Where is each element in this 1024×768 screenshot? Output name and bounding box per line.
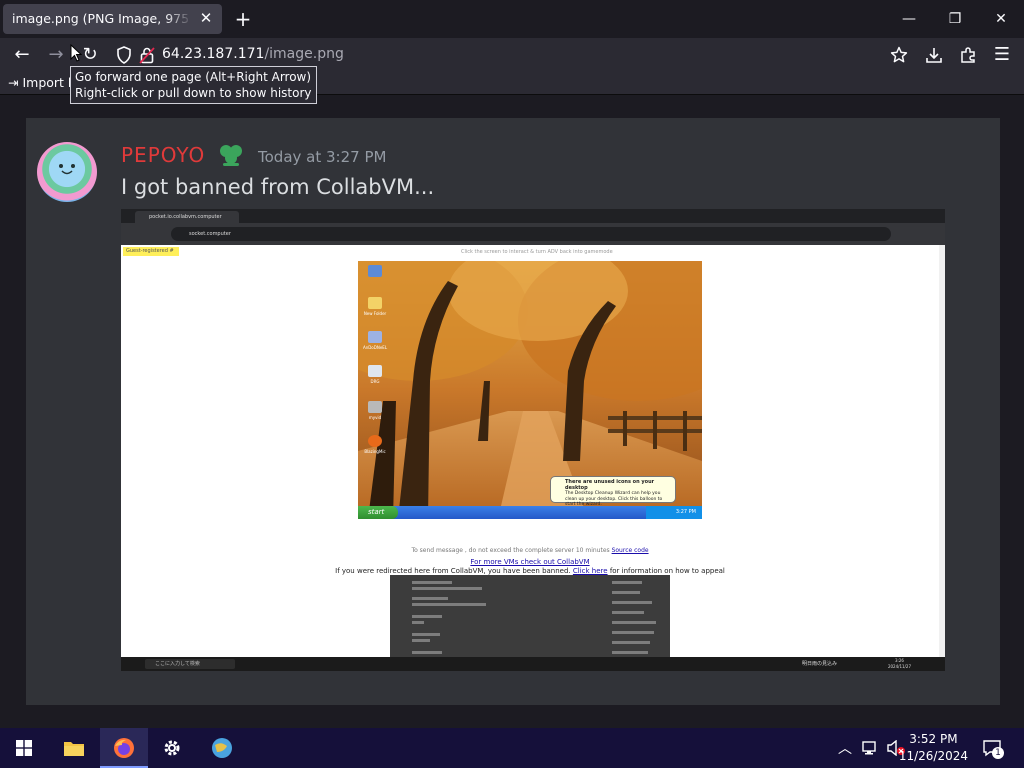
mouse-cursor-icon: [70, 43, 83, 66]
import-bookmarks-button[interactable]: ⇥ Import b: [8, 75, 76, 90]
footer-note-text: To send message , do not exceed the comp…: [411, 547, 610, 554]
embedded-banned-notice: If you were redirected here from CollabV…: [121, 567, 939, 575]
tab-image-png[interactable]: image.png (PNG Image, 975 × 587 pixels) …: [3, 4, 222, 34]
app-button[interactable]: [198, 728, 246, 768]
banned-text: If you were redirected here from CollabV…: [335, 567, 571, 575]
bookmark-star-icon[interactable]: [890, 46, 908, 68]
vm-balloon-title: There are unused icons on your desktop: [565, 479, 655, 491]
vm-folder-icon: [368, 297, 382, 309]
embedded-scrollbar: [939, 245, 945, 657]
minimize-icon[interactable]: —: [886, 0, 932, 38]
username: PEPOYO: [121, 143, 206, 167]
close-window-icon[interactable]: ✕: [978, 0, 1024, 38]
start-button[interactable]: [0, 728, 48, 768]
embedded-tab: pocket.io.collabvm.computer: [135, 211, 239, 223]
avatar: [37, 142, 97, 202]
downloads-icon[interactable]: [925, 46, 943, 68]
vm-icon-label: myvid: [368, 415, 382, 420]
gear-icon: [164, 740, 180, 756]
more-vms-link: For more VMs check out CollabVM: [470, 558, 590, 566]
embedded-taskbar-date: 2024/11/27: [887, 664, 911, 669]
embedded-chat-panel: [390, 575, 670, 657]
embedded-taskbar-clock: 3:26 2024/11/27: [888, 658, 911, 670]
vm-icon-label: DRG: [370, 379, 380, 384]
vm-screen: New Folder AnDoDNeEL DRG myvid BlazingMi…: [358, 261, 702, 519]
vm-taskbar: start 3:27 PM: [358, 506, 702, 519]
message-text: I got banned from CollabVM...: [121, 175, 435, 199]
embedded-tab-strip: pocket.io.collabvm.computer: [121, 209, 945, 223]
insecure-lock-icon[interactable]: [139, 46, 155, 68]
message-timestamp: Today at 3:27 PM: [258, 148, 387, 166]
vm-app-icon: [368, 401, 382, 413]
tooltip-line-1: Go forward one page (Alt+Right Arrow): [75, 70, 312, 84]
embedded-page: Guest-registered # Click the screen to i…: [121, 245, 939, 657]
windows-logo-icon: [16, 740, 32, 756]
url-path: /image.png: [264, 46, 344, 62]
url-host: 64.23.187.171: [162, 46, 265, 62]
footer-note-link: Source code: [611, 547, 649, 554]
restore-icon[interactable]: ❐: [932, 0, 978, 38]
tab-title: image.png (PNG Image, 975 × 587 pixels): [12, 11, 192, 26]
embedded-footer-note: To send message , do not exceed the comp…: [121, 547, 939, 554]
embedded-toolbar: socket.computer: [121, 223, 945, 245]
file-explorer-button[interactable]: [50, 728, 98, 768]
import-bookmarks-label: Import b: [22, 75, 76, 90]
embedded-more-vms: For more VMs check out CollabVM: [121, 558, 939, 566]
vm-icon-label: AnDoDNeEL: [362, 345, 388, 350]
blurred-chat-lines: [412, 581, 656, 654]
vm-icon-label: BlazingMic: [364, 449, 386, 454]
taskbar-time: 3:52 PM: [909, 732, 958, 746]
menu-icon[interactable]: ☰: [990, 43, 1014, 67]
embedded-taskbar-ime: 明日雨の見込み: [801, 661, 837, 667]
globe-app-icon: [212, 738, 232, 758]
network-icon[interactable]: [862, 740, 880, 760]
import-icon: ⇥: [8, 75, 19, 90]
banned-link: Click here: [572, 567, 608, 575]
tab-strip: image.png (PNG Image, 975 × 587 pixels) …: [0, 0, 1024, 38]
back-button[interactable]: ←: [10, 43, 34, 67]
notifications-icon[interactable]: 1: [982, 738, 1004, 762]
windows-taskbar: ︿ 3:52 PM 11/26/2024 1: [0, 728, 1024, 768]
embedded-omnibox: socket.computer: [171, 227, 891, 241]
forward-button[interactable]: →: [44, 43, 68, 67]
firefox-icon: [114, 738, 134, 758]
new-tab-button[interactable]: +: [232, 8, 254, 30]
notification-count-badge: 1: [992, 747, 1004, 759]
discord-message-image: PEPOYO Today at 3:27 PM I got banned fro…: [26, 118, 1000, 705]
close-tab-icon[interactable]: ✕: [197, 9, 215, 27]
extensions-icon[interactable]: [959, 46, 977, 68]
vm-start-button: start: [358, 506, 398, 519]
embedded-yellow-notice: Guest-registered #: [123, 247, 179, 256]
firefox-button[interactable]: [100, 728, 148, 768]
vm-tray-time: 3:27 PM: [646, 506, 702, 519]
vm-my-computer-icon: [368, 265, 382, 277]
shield-icon[interactable]: [116, 46, 132, 68]
banned-suffix: for information on how to appeal: [609, 567, 725, 575]
folder-icon: [64, 742, 84, 756]
chevron-up-icon[interactable]: ︿: [838, 738, 852, 758]
embedded-taskbar-search: ここに入力して検索: [145, 659, 235, 669]
vm-app-icon: [368, 435, 382, 447]
vm-icon-label: New Folder: [363, 311, 387, 316]
embedded-taskbar: ここに入力して検索 明日雨の見込み 3:26 2024/11/27: [121, 657, 945, 671]
vm-file-icon: [368, 365, 382, 377]
vm-file-icon: [368, 331, 382, 343]
settings-button[interactable]: [148, 728, 196, 768]
forward-tooltip: Go forward one page (Alt+Right Arrow) Ri…: [70, 66, 317, 104]
address-bar[interactable]: 64.23.187.171/image.png: [162, 46, 344, 62]
embedded-hint: Click the screen to interact & turn ADV …: [461, 249, 613, 255]
taskbar-clock[interactable]: 3:52 PM 11/26/2024: [899, 731, 968, 765]
taskbar-date: 11/26/2024: [898, 749, 968, 763]
vm-balloon-tip: There are unused icons on your desktop T…: [550, 476, 676, 507]
tooltip-line-2: Right-click or pull down to show history: [75, 86, 312, 100]
page-viewport: PEPOYO Today at 3:27 PM I got banned fro…: [0, 95, 1024, 728]
clover-badge-icon: [217, 141, 245, 169]
embedded-screenshot: pocket.io.collabvm.computer socket.compu…: [121, 209, 945, 671]
